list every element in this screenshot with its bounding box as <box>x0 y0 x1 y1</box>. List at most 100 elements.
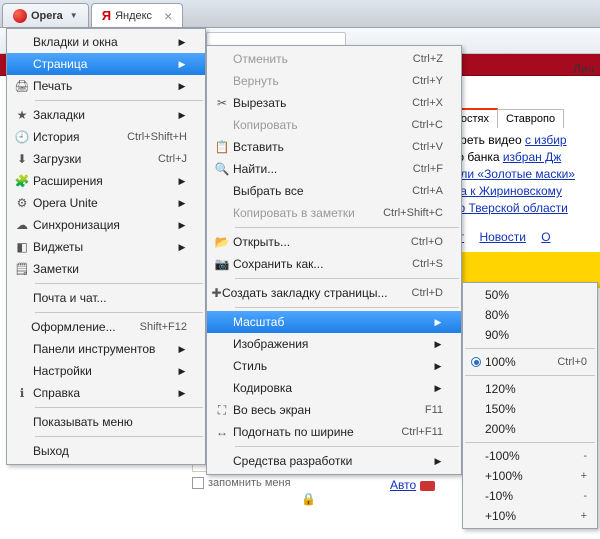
submenu-arrow-icon: ▶ <box>433 383 443 394</box>
menu-shortcut: Ctrl+F11 <box>401 426 443 438</box>
menu-item[interactable]: Показывать меню <box>7 411 205 433</box>
menu-item-label: +100% <box>485 469 557 483</box>
menu-item-label: 80% <box>485 308 587 322</box>
menu-item[interactable]: 120% <box>463 379 597 399</box>
menu-item[interactable]: -100%- <box>463 446 597 466</box>
menu-item[interactable]: ℹСправка▶ <box>7 382 205 404</box>
menu-item[interactable]: Оформление...Shift+F12 <box>7 316 205 338</box>
menu-item-label: Загрузки <box>33 152 134 166</box>
sublink-novosti[interactable]: Новости <box>479 230 525 244</box>
menu-item-label: Синхронизация <box>33 218 171 232</box>
menu-item[interactable]: 200% <box>463 419 597 439</box>
menu-item[interactable]: 150% <box>463 399 597 419</box>
zoom-submenu: 50%80%90%100%Ctrl+0120%150%200%-100%-+10… <box>462 282 598 529</box>
menu-item[interactable]: Масштаб▶ <box>207 311 461 333</box>
menu-icon: ↔ <box>211 425 233 439</box>
menu-item[interactable]: ☁Синхронизация▶ <box>7 214 205 236</box>
menu-item[interactable]: Выбрать всеCtrl+A <box>207 180 461 202</box>
menu-item[interactable]: +100%+ <box>463 466 597 486</box>
menu-item-label: Заметки <box>33 262 187 276</box>
menu-item-label: Настройки <box>33 364 171 378</box>
menu-item[interactable]: ✚Создать закладку страницы...Ctrl+D <box>207 282 461 304</box>
menu-icon: ✚ <box>211 286 222 300</box>
menu-item-label: Справка <box>33 386 171 400</box>
menu-icon: ✂ <box>211 96 233 110</box>
menu-shortcut: Ctrl+F <box>413 163 443 175</box>
menu-item[interactable]: Средства разработки▶ <box>207 450 461 472</box>
menu-item-label: Показывать меню <box>33 415 187 429</box>
menu-item-label: 50% <box>485 288 587 302</box>
menu-item[interactable]: ⬇ЗагрузкиCtrl+J <box>7 148 205 170</box>
avto-link[interactable]: Авто <box>390 478 416 492</box>
menu-icon: 🗒 <box>11 262 33 276</box>
menu-item[interactable]: 90% <box>463 325 597 345</box>
submenu-arrow-icon: ▶ <box>177 344 187 355</box>
menu-shortcut: Ctrl+J <box>158 153 187 165</box>
menu-item[interactable]: 📋ВставитьCtrl+V <box>207 136 461 158</box>
menu-item[interactable]: +10% + <box>463 506 597 526</box>
menu-item[interactable]: ⚙Opera Unite▶ <box>7 192 205 214</box>
menu-item: ОтменитьCtrl+Z <box>207 48 461 70</box>
remember-label: запомнить меня <box>208 477 291 489</box>
menu-item[interactable]: 🧩Расширения▶ <box>7 170 205 192</box>
menu-item-label: Отменить <box>233 52 389 66</box>
menu-icon: ⛶ <box>211 403 233 418</box>
menu-item[interactable]: Панели инструментов▶ <box>7 338 205 360</box>
menu-item-label: 100% <box>485 355 533 369</box>
menu-item[interactable]: 80% <box>463 305 597 325</box>
menu-item-label: +10% <box>485 509 557 523</box>
menu-item[interactable]: Изображения▶ <box>207 333 461 355</box>
checkbox-icon <box>192 477 204 489</box>
menu-item[interactable]: ↔Подогнать по ширинеCtrl+F11 <box>207 421 461 443</box>
menu-shortcut: Ctrl+0 <box>557 356 587 368</box>
menu-item[interactable]: 📂Открыть...Ctrl+O <box>207 231 461 253</box>
chevron-down-icon: ▼ <box>70 11 78 20</box>
menu-item[interactable]: Страница▶ <box>7 53 205 75</box>
menu-item[interactable]: Кодировка ▶ <box>207 377 461 399</box>
menu-item[interactable]: Почта и чат... <box>7 287 205 309</box>
menu-shortcut: Ctrl+Y <box>412 75 443 87</box>
menu-item[interactable]: Выход <box>7 440 205 462</box>
news-link-2[interactable]: избран Дж <box>503 150 561 164</box>
menu-item-label: Выход <box>33 444 187 458</box>
menu-item-label: Создать закладку страницы... <box>222 286 388 300</box>
menu-item[interactable]: 📷Сохранить как...Ctrl+S <box>207 253 461 275</box>
submenu-arrow-icon: ▶ <box>177 242 187 253</box>
menu-item[interactable]: ◧Виджеты▶ <box>7 236 205 258</box>
menu-item[interactable]: 🖨Печать▶ <box>7 75 205 97</box>
menu-item[interactable]: 50% <box>463 285 597 305</box>
remember-checkbox[interactable]: запомнить меня <box>192 477 316 489</box>
menu-item[interactable]: ✂ВырезатьCtrl+X <box>207 92 461 114</box>
menu-item[interactable]: 🔍Найти...Ctrl+F <box>207 158 461 180</box>
tab-yandex[interactable]: Я Яндекс × <box>91 3 184 27</box>
news-tab-2[interactable]: Ставропо <box>497 109 564 128</box>
menu-item[interactable]: Стиль▶ <box>207 355 461 377</box>
menu-item[interactable]: 100% Ctrl+0 <box>463 352 597 372</box>
opera-main-menu: Вкладки и окна▶Страница▶🖨Печать▶ ★Закладк… <box>6 28 206 465</box>
menu-item-label: 120% <box>485 382 587 396</box>
lock-icon: 🔒 <box>301 492 316 506</box>
menu-item-label: Стиль <box>233 359 427 373</box>
submenu-arrow-icon: ▶ <box>177 176 187 187</box>
menu-item[interactable]: 🕘ИсторияCtrl+Shift+H <box>7 126 205 148</box>
menu-item-label: Найти... <box>233 162 389 176</box>
menu-item-label: Кодировка <box>233 381 427 395</box>
menu-item[interactable]: 🗒Заметки <box>7 258 205 280</box>
menu-icon: 🕘 <box>11 130 33 144</box>
menu-icon: 🧩 <box>11 174 33 188</box>
menu-shortcut: Ctrl+X <box>412 97 443 109</box>
yandex-logo-icon: Я <box>102 9 111 22</box>
menu-item[interactable]: ★Закладки▶ <box>7 104 205 126</box>
menu-item-label: Во весь экран <box>233 403 401 417</box>
menu-shortcut: + <box>581 510 587 522</box>
menu-shortcut: Ctrl+O <box>411 236 443 248</box>
menu-item[interactable]: Вкладки и окна▶ <box>7 31 205 53</box>
menu-item[interactable]: ⛶Во весь экранF11 <box>207 399 461 421</box>
menu-item[interactable]: -10%- <box>463 486 597 506</box>
menu-item-label: Вернуть <box>233 74 388 88</box>
sublink-o[interactable]: О <box>541 230 550 244</box>
menu-item[interactable]: Настройки▶ <box>7 360 205 382</box>
opera-menu-button[interactable]: Opera ▼ <box>2 3 89 27</box>
news-link-1[interactable]: с избир <box>525 133 567 147</box>
close-icon[interactable]: × <box>164 8 172 24</box>
